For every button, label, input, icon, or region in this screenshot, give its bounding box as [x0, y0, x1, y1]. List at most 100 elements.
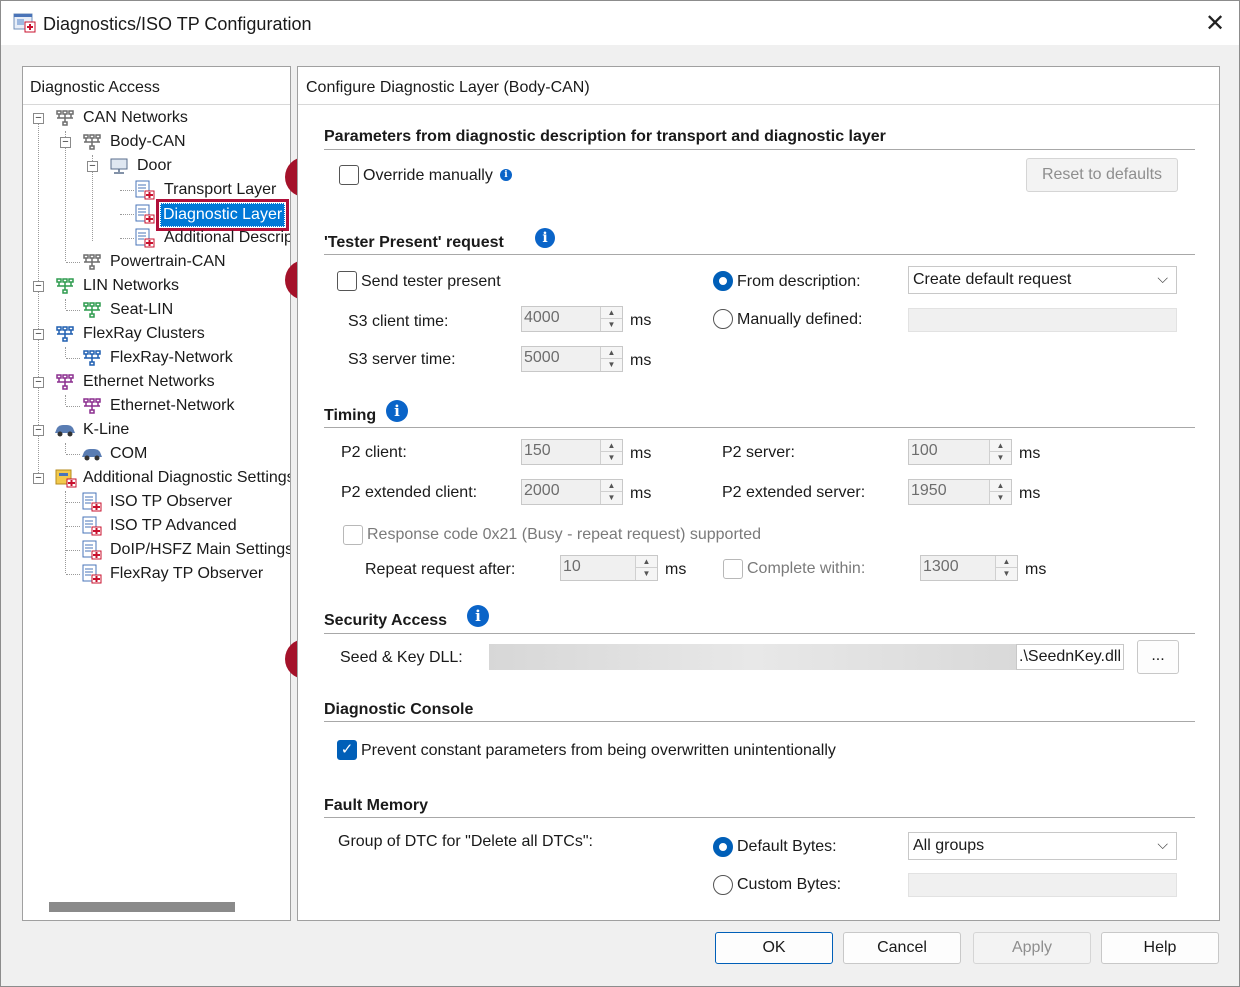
ok-button[interactable]: OK: [715, 932, 833, 964]
p2-client-spinner[interactable]: 150 ▲ ▼: [521, 439, 623, 465]
tree-item-additional-diagnostic-settings[interactable]: − Additional Diagnostic Settings: [23, 467, 290, 491]
tree-item-iso-tp-advanced[interactable]: ISO TP Advanced: [23, 515, 290, 539]
spin-up-icon[interactable]: ▲: [990, 480, 1011, 492]
manually-defined-radio[interactable]: [713, 309, 733, 329]
info-icon[interactable]: i: [467, 605, 489, 627]
collapse-toggle[interactable]: −: [87, 161, 98, 172]
info-icon[interactable]: i: [500, 169, 512, 181]
collapse-toggle[interactable]: −: [60, 137, 71, 148]
spin-down-icon[interactable]: ▼: [601, 452, 622, 464]
seed-key-dll-input[interactable]: .\SeednKey.dll: [1016, 644, 1124, 670]
info-icon[interactable]: i: [386, 400, 408, 422]
prevent-overwrite-checkbox[interactable]: ✓: [337, 740, 357, 760]
response-code-0x21-checkbox[interactable]: [343, 525, 363, 545]
spin-down-icon[interactable]: ▼: [636, 568, 657, 580]
spin-down-icon[interactable]: ▼: [996, 568, 1017, 580]
tree-line: [66, 262, 80, 263]
spin-up-icon[interactable]: ▲: [990, 440, 1011, 452]
timing-section-title: Timing: [324, 407, 377, 424]
section-divider: [324, 721, 1195, 722]
tree-line: [66, 550, 80, 551]
p2-server-spinner[interactable]: 100 ▲ ▼: [908, 439, 1012, 465]
send-tester-present-label: Send tester present: [361, 273, 501, 290]
spin-down-icon[interactable]: ▼: [601, 359, 622, 371]
tree-item-diagnostic-layer[interactable]: Diagnostic Layer: [23, 199, 290, 231]
tree-item-doip-hsfz-main-settings[interactable]: DoIP/HSFZ Main Settings: [23, 539, 291, 563]
tree-item-body-can[interactable]: − Body-CAN: [23, 131, 290, 155]
spin-down-icon[interactable]: ▼: [990, 492, 1011, 504]
tree-item-can-networks[interactable]: − CAN Networks: [23, 107, 290, 131]
tree-label: Ethernet-Network: [110, 397, 235, 414]
p2-extended-server-spinner[interactable]: 1950 ▲ ▼: [908, 479, 1012, 505]
from-description-radio[interactable]: [713, 271, 733, 291]
spinner-value: 4000: [524, 309, 560, 326]
collapse-toggle[interactable]: −: [33, 425, 44, 436]
settings-folder-icon: [55, 469, 77, 488]
tree-line: [120, 190, 134, 191]
p2-extended-server-label: P2 extended server:: [722, 484, 866, 501]
tree-item-com[interactable]: COM: [23, 443, 290, 467]
collapse-toggle[interactable]: −: [33, 113, 44, 124]
spin-up-icon[interactable]: ▲: [996, 556, 1017, 568]
spin-down-icon[interactable]: ▼: [601, 319, 622, 331]
tree-item-door[interactable]: − Door: [23, 155, 290, 179]
unit-label: ms: [630, 485, 652, 502]
spin-up-icon[interactable]: ▲: [601, 307, 622, 319]
s3-server-time-spinner[interactable]: 5000 ▲ ▼: [521, 346, 623, 372]
dtc-group-dropdown[interactable]: All groups ⌵: [908, 832, 1177, 860]
network-icon: [83, 398, 101, 414]
tree-item-transport-layer[interactable]: Transport Layer: [23, 179, 290, 203]
override-manually-checkbox[interactable]: [339, 165, 359, 185]
info-icon[interactable]: i: [535, 228, 555, 248]
s3-client-time-spinner[interactable]: 4000 ▲ ▼: [521, 306, 623, 332]
collapse-toggle[interactable]: −: [33, 281, 44, 292]
tree-label: Ethernet Networks: [83, 373, 215, 390]
collapse-toggle[interactable]: −: [33, 377, 44, 388]
tree-item-flexray-clusters[interactable]: − FlexRay Clusters: [23, 323, 290, 347]
manual-request-field[interactable]: [908, 308, 1177, 332]
tree-item-ethernet-networks[interactable]: − Ethernet Networks: [23, 371, 290, 395]
tree-item-iso-tp-observer[interactable]: ISO TP Observer: [23, 491, 290, 515]
default-bytes-radio[interactable]: [713, 837, 733, 857]
tree-item-ethernet-network[interactable]: Ethernet-Network: [23, 395, 290, 419]
tree-label: DoIP/HSFZ Main Settings: [110, 541, 291, 558]
request-type-dropdown[interactable]: Create default request ⌵: [908, 266, 1177, 294]
spin-up-icon[interactable]: ▲: [636, 556, 657, 568]
s3-server-time-label: S3 server time:: [348, 351, 456, 368]
complete-within-spinner[interactable]: 1300 ▲ ▼: [920, 555, 1018, 581]
tree-item-powertrain-can[interactable]: Powertrain-CAN: [23, 251, 290, 275]
tree-item-k-line[interactable]: − K-Line: [23, 419, 290, 443]
repeat-request-after-spinner[interactable]: 10 ▲ ▼: [560, 555, 658, 581]
custom-bytes-field[interactable]: [908, 873, 1177, 897]
spin-down-icon[interactable]: ▼: [601, 492, 622, 504]
horizontal-scrollbar-thumb[interactable]: [49, 902, 235, 912]
p2-extended-client-spinner[interactable]: 2000 ▲ ▼: [521, 479, 623, 505]
spin-up-icon[interactable]: ▲: [601, 440, 622, 452]
custom-bytes-label: Custom Bytes:: [737, 876, 842, 893]
tree-item-lin-networks[interactable]: − LIN Networks: [23, 275, 290, 299]
reset-to-defaults-button[interactable]: Reset to defaults: [1026, 158, 1178, 192]
tree-item-flexray-network[interactable]: FlexRay-Network: [23, 347, 290, 371]
section-divider: [324, 427, 1195, 428]
collapse-toggle[interactable]: −: [33, 329, 44, 340]
browse-dll-button[interactable]: ...: [1137, 640, 1179, 674]
tree-item-seat-lin[interactable]: Seat-LIN: [23, 299, 290, 323]
spin-up-icon[interactable]: ▲: [601, 480, 622, 492]
apply-button[interactable]: Apply: [973, 932, 1091, 964]
tree-label: Body-CAN: [110, 133, 186, 150]
tree-item-flexray-tp-observer[interactable]: FlexRay TP Observer: [23, 563, 290, 587]
spin-up-icon[interactable]: ▲: [601, 347, 622, 359]
spinner-arrows: ▲ ▼: [600, 440, 622, 464]
send-tester-present-checkbox[interactable]: [337, 271, 357, 291]
custom-bytes-radio[interactable]: [713, 875, 733, 895]
help-button[interactable]: Help: [1101, 932, 1219, 964]
complete-within-checkbox[interactable]: [723, 559, 743, 579]
spinner-arrows: ▲ ▼: [989, 480, 1011, 504]
spinner-arrows: ▲ ▼: [995, 556, 1017, 580]
close-button[interactable]: ✕: [1191, 3, 1239, 43]
config-page-icon: [82, 516, 102, 536]
cancel-button[interactable]: Cancel: [843, 932, 961, 964]
tree-item-additional-descriptions[interactable]: Additional Descrip: [23, 227, 290, 251]
collapse-toggle[interactable]: −: [33, 473, 44, 484]
spin-down-icon[interactable]: ▼: [990, 452, 1011, 464]
